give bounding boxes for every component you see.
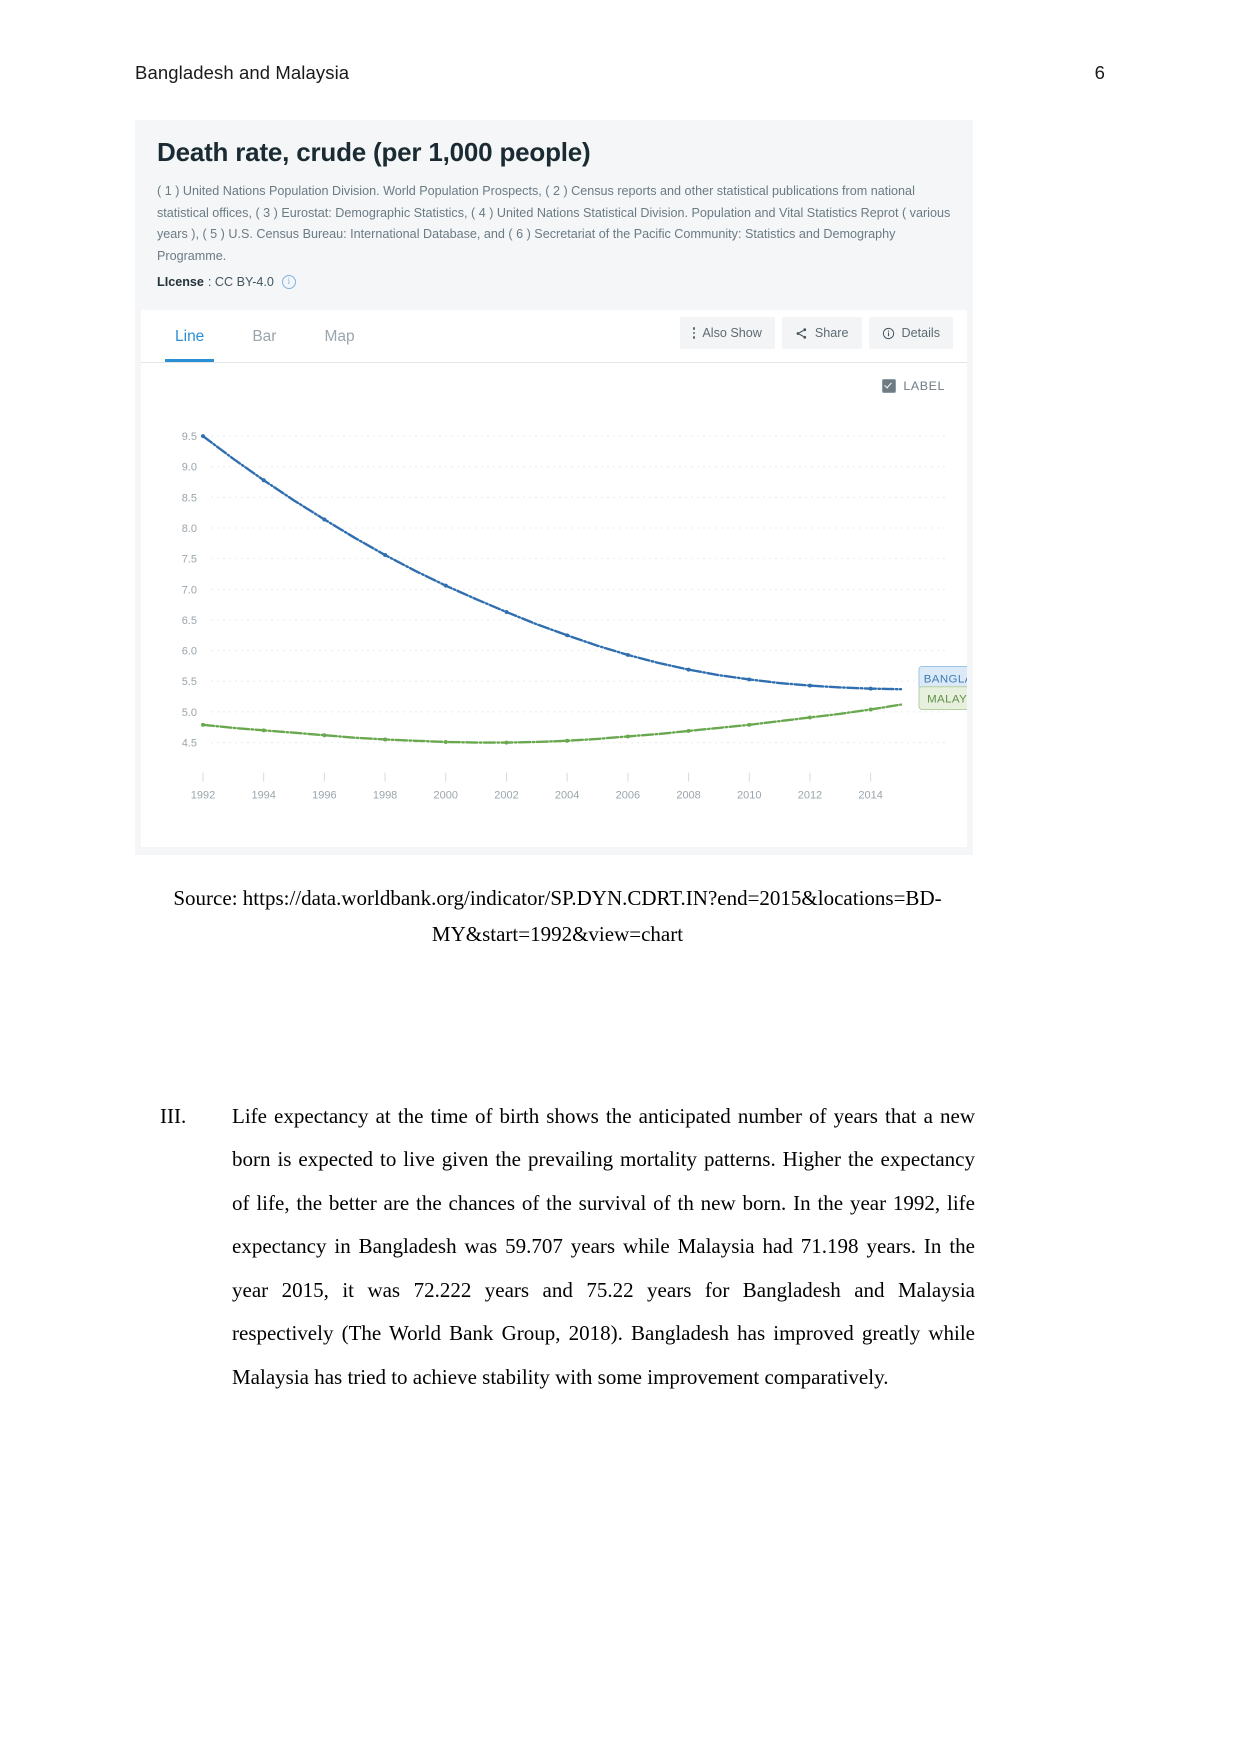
data-point[interactable] [868, 686, 873, 691]
data-point[interactable] [383, 553, 388, 557]
license-label: LIcense [157, 274, 204, 289]
toolbar-actions: Also Show Share Details [679, 317, 953, 355]
data-point[interactable] [686, 728, 691, 733]
tab-line[interactable]: Line [165, 328, 215, 362]
share-icon [796, 327, 807, 339]
page-number: 6 [1094, 62, 1105, 83]
x-axis-tick: 1994 [251, 789, 275, 801]
data-point[interactable] [322, 733, 327, 738]
also-show-label: Also Show [702, 326, 762, 340]
y-axis-tick: 9.0 [182, 462, 197, 474]
x-axis-tick: 2002 [494, 789, 518, 801]
x-axis-tick: 1992 [191, 789, 215, 801]
series-line[interactable] [201, 434, 903, 691]
data-point[interactable] [322, 517, 327, 522]
y-axis-tick: 6.0 [182, 646, 197, 658]
series-labels: BANGLADESH MALAYSIA [918, 665, 967, 711]
worldbank-chart-card: Death rate, crude (per 1,000 people) ( 1… [135, 120, 973, 855]
info-icon[interactable]: i [281, 274, 296, 289]
y-axis-tick: 5.5 [182, 676, 197, 688]
running-title: Bangladesh and Malaysia [135, 62, 350, 83]
chart-panel: Line Bar Map Also Show Share Details LAB… [141, 310, 967, 847]
data-point[interactable] [201, 722, 205, 727]
details-label: Details [901, 326, 941, 340]
y-axis-labels: 9.5 9.0 8.5 8.0 7.5 7.0 6.5 6.0 5.5 5.0 4.5 [182, 431, 197, 749]
data-point[interactable] [686, 667, 691, 672]
x-axis-tick: 2008 [676, 789, 700, 801]
y-axis-tick: 5.0 [182, 707, 197, 719]
x-axis-tick: 2012 [798, 789, 822, 801]
data-point[interactable] [747, 677, 752, 682]
x-axis-tick: 2004 [555, 789, 579, 801]
data-point[interactable] [504, 740, 509, 745]
data-point[interactable] [565, 738, 570, 743]
tab-bar[interactable]: Bar [242, 328, 286, 362]
kebab-icon [692, 327, 696, 339]
y-axis-tick: 8.0 [182, 523, 197, 535]
x-axis-tick: 2014 [858, 789, 882, 801]
x-axis-tick: 1998 [373, 789, 397, 801]
data-point[interactable] [625, 734, 630, 739]
data-point[interactable] [565, 633, 570, 638]
running-header: Bangladesh and Malaysia 6 [135, 62, 1105, 84]
x-axis-tick: 2000 [434, 789, 458, 801]
document-page: Bangladesh and Malaysia 6 Death rate, cr… [0, 0, 1241, 1754]
data-point[interactable] [807, 683, 812, 688]
series-label-text: MALAYSIA [927, 694, 967, 706]
data-point[interactable] [261, 728, 266, 733]
y-axis-tick: 6.5 [182, 615, 197, 627]
y-axis-tick: 4.5 [182, 738, 197, 750]
x-axis-tick: 2010 [737, 789, 761, 801]
label-checkbox[interactable] [882, 379, 897, 393]
chart-toolbar: Line Bar Map Also Show Share Details [141, 310, 967, 363]
license-line: LIcense : CC BY-4.0 i [157, 274, 951, 289]
data-point[interactable] [443, 583, 448, 588]
details-button[interactable]: Details [868, 317, 953, 349]
data-point[interactable] [261, 478, 266, 483]
label-toggle[interactable]: LABEL [141, 363, 967, 393]
list-item: III. Life expectancy at the time of birt… [160, 1095, 975, 1399]
x-axis-tick: 1996 [312, 789, 336, 801]
chart-source-note: ( 1 ) United Nations Population Division… [157, 183, 951, 263]
gridlines [211, 435, 947, 744]
data-point[interactable] [443, 739, 448, 744]
data-point[interactable] [201, 434, 205, 439]
body-paragraph: Life expectancy at the time of birth sho… [232, 1104, 975, 1389]
data-point[interactable] [504, 610, 509, 614]
info-circle-icon [882, 327, 894, 339]
share-label: Share [814, 326, 849, 340]
y-axis-tick: 7.0 [182, 584, 197, 596]
data-series [201, 434, 903, 745]
label-toggle-text: LABEL [903, 379, 945, 393]
share-button[interactable]: Share [781, 317, 862, 349]
line-chart-svg: 9.59.08.58.07.57.06.56.05.55.04.5 1992 19… [182, 431, 967, 801]
data-point[interactable] [383, 737, 388, 742]
data-point[interactable] [625, 652, 630, 657]
x-axis-labels: 1992 1994 1996 1998 2000 2002 2004 2006 2008 2010… [191, 772, 883, 801]
series-label-text: BANGLADESH [924, 673, 967, 685]
y-axis-tick: 7.5 [182, 554, 197, 566]
data-point[interactable] [807, 715, 812, 720]
tab-map[interactable]: Map [314, 328, 364, 362]
list-marker: III. [160, 1104, 187, 1128]
y-axis-tick: 9.5 [182, 431, 197, 443]
x-axis-tick: 2006 [616, 789, 640, 801]
source-caption: Source: https://data.worldbank.org/indic… [173, 886, 942, 947]
chart-card-header: Death rate, crude (per 1,000 people) ( 1… [135, 120, 973, 289]
chart-plot-area: 9.5 9.0 8.5 8.0 7.5 7.0 6.5 6.0 5.5 5.0 4.5 1992 19… [141, 406, 967, 847]
license-value: : CC BY-4.0 [207, 274, 274, 289]
view-tabs: Line Bar Map [165, 310, 393, 362]
series-line[interactable] [201, 703, 903, 744]
y-axis-tick: 8.5 [182, 492, 197, 504]
also-show-button[interactable]: Also Show [679, 317, 775, 349]
chart-title: Death rate, crude (per 1,000 people) [157, 137, 591, 167]
data-point[interactable] [868, 707, 873, 712]
data-point[interactable] [747, 722, 752, 727]
